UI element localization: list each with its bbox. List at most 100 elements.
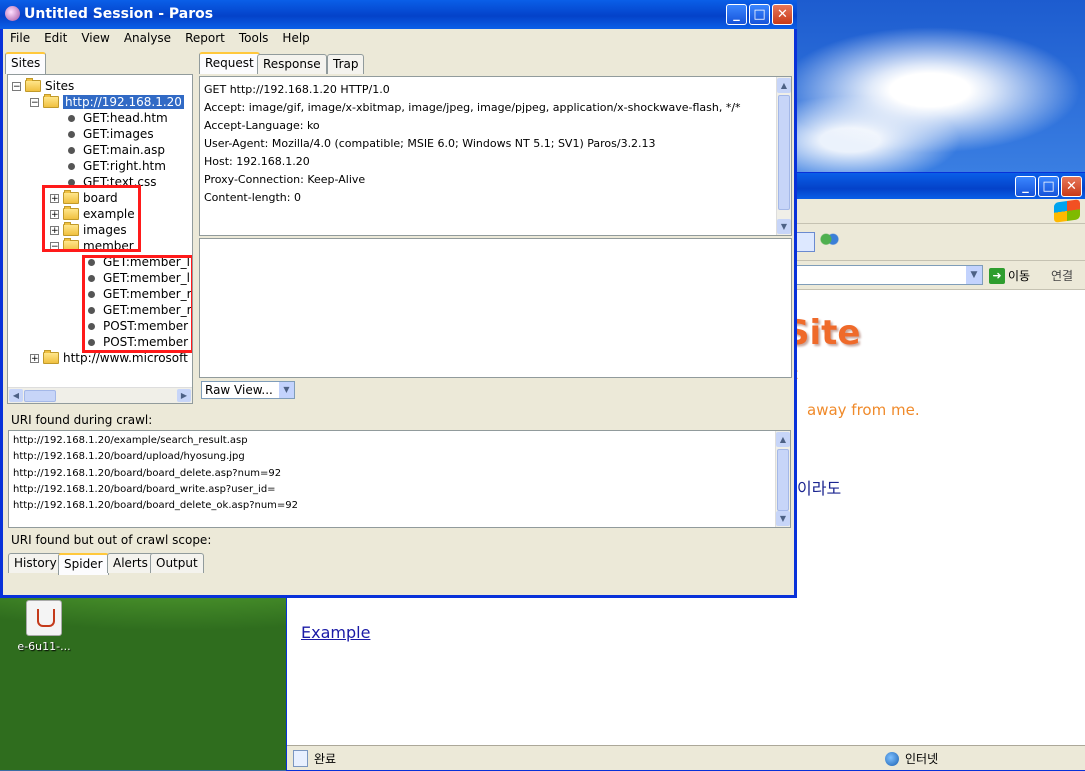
tree-label: http://www.microsoft [63, 351, 188, 365]
scroll-left-icon[interactable]: ◀ [9, 389, 23, 402]
request-line: Proxy-Connection: Keep-Alive [204, 173, 366, 186]
ie-maximize-button[interactable]: □ [1038, 176, 1059, 197]
scroll-down-icon[interactable]: ▼ [777, 219, 791, 234]
desktop-shortcut-label: e-6u11-... [17, 640, 71, 653]
tab-sites[interactable]: Sites [5, 52, 47, 74]
tab-request[interactable]: Request [199, 52, 260, 74]
highlight-box [82, 255, 192, 353]
menubar: File Edit View Analyse Report Tools Help [3, 29, 794, 49]
scroll-right-icon[interactable]: ▶ [177, 389, 191, 402]
globe-icon [885, 751, 899, 766]
request-line: Host: 192.168.1.20 [204, 155, 310, 168]
request-body-panel[interactable] [199, 238, 792, 378]
node-bullet-icon [68, 114, 75, 122]
list-item[interactable]: http://192.168.1.20/example/search_resul… [13, 433, 298, 449]
status-zone: 인터넷 [905, 752, 939, 766]
messenger-icon[interactable] [819, 232, 839, 250]
tab-history[interactable]: History [8, 553, 63, 573]
menu-file[interactable]: File [3, 29, 37, 49]
window-title: Untitled Session - Paros [24, 6, 214, 22]
tree-item-sites[interactable]: − Sites [12, 78, 74, 94]
tree-item-file[interactable]: GET:head.htm [64, 110, 168, 126]
list-item[interactable]: http://192.168.1.20/board/board_delete.a… [13, 466, 298, 482]
request-line: Content-length: 0 [204, 191, 301, 204]
tree-horizontal-scrollbar[interactable]: ◀ ▶ [8, 387, 192, 403]
menu-help[interactable]: Help [275, 29, 316, 49]
ie-close-button[interactable]: ✕ [1061, 176, 1082, 197]
go-button[interactable]: ➜ 이동 [989, 267, 1030, 284]
desktop-shortcut[interactable]: e-6u11-... [4, 600, 84, 653]
scroll-down-icon[interactable]: ▼ [776, 511, 790, 526]
page-icon [293, 750, 308, 767]
scroll-thumb[interactable] [777, 449, 789, 511]
scroll-thumb[interactable] [24, 390, 56, 402]
highlight-box [42, 185, 141, 252]
scroll-thumb[interactable] [778, 95, 790, 210]
menu-edit[interactable]: Edit [37, 29, 74, 49]
expand-icon[interactable]: + [30, 353, 39, 363]
tab-output[interactable]: Output [150, 553, 204, 573]
status-done: 완료 [314, 752, 337, 766]
list-item[interactable]: http://192.168.1.20/board/upload/hyosung… [13, 449, 298, 465]
collapse-icon[interactable]: − [12, 81, 21, 91]
out-of-scope-label: URI found but out of crawl scope: [11, 533, 212, 547]
request-line: Accept: image/gif, image/x-xbitmap, imag… [204, 101, 741, 114]
tab-response[interactable]: Response [257, 54, 327, 74]
korean-text: 이라도 [797, 479, 842, 498]
folder-icon [43, 350, 59, 364]
uri-vertical-scrollbar[interactable]: ▲ ▼ [775, 431, 790, 527]
paros-window[interactable]: Untitled Session - Paros _ □ ✕ File Edit… [0, 0, 797, 598]
tree-item-file[interactable]: GET:right.htm [64, 158, 166, 174]
menu-tools[interactable]: Tools [232, 29, 276, 49]
sites-tree[interactable]: − Sites − http://192.168.1.20 GET:head.h… [7, 74, 193, 404]
maximize-button[interactable]: □ [749, 4, 770, 25]
ie-statusbar: 완료 인터넷 [287, 745, 1085, 770]
request-line: GET http://192.168.1.20 HTTP/1.0 [204, 83, 390, 96]
tree-label: GET:images [83, 127, 154, 141]
close-button[interactable]: ✕ [772, 4, 793, 25]
tab-alerts[interactable]: Alerts [107, 553, 154, 573]
tree-label: GET:right.htm [83, 159, 166, 173]
menu-view[interactable]: View [74, 29, 116, 49]
tab-spider[interactable]: Spider [58, 553, 109, 575]
node-bullet-icon [68, 146, 75, 154]
folder-icon [43, 94, 59, 108]
request-vertical-scrollbar[interactable]: ▲ ▼ [776, 77, 791, 235]
tree-label: GET:head.htm [83, 111, 168, 125]
tree-item-host[interactable]: − http://192.168.1.20 [30, 94, 184, 110]
chevron-down-icon[interactable]: ▼ [279, 382, 294, 398]
example-link[interactable]: Example [301, 623, 370, 642]
folder-icon [25, 78, 41, 92]
menu-analyse[interactable]: Analyse [117, 29, 178, 49]
request-line: User-Agent: Mozilla/4.0 (compatible; MSI… [204, 137, 656, 150]
view-mode-select[interactable]: Raw View... ▼ [201, 381, 295, 399]
node-bullet-icon [68, 130, 75, 138]
java-icon [26, 600, 62, 636]
uri-found-list[interactable]: http://192.168.1.20/example/search_resul… [8, 430, 791, 528]
collapse-icon[interactable]: − [30, 97, 39, 107]
view-mode-value: Raw View... [205, 383, 273, 397]
tree-label: GET:main.asp [83, 143, 165, 157]
list-item[interactable]: http://192.168.1.20/board/board_write.as… [13, 482, 298, 498]
paros-titlebar[interactable]: Untitled Session - Paros _ □ ✕ [0, 0, 797, 29]
go-label: 이동 [1008, 269, 1031, 283]
windows-logo-icon [1054, 199, 1080, 223]
minimize-button[interactable]: _ [726, 4, 747, 25]
tree-item-file[interactable]: GET:main.asp [64, 142, 165, 158]
tab-trap[interactable]: Trap [327, 54, 365, 74]
node-bullet-icon [68, 162, 75, 170]
scroll-up-icon[interactable]: ▲ [776, 432, 790, 447]
scroll-up-icon[interactable]: ▲ [777, 78, 791, 93]
request-header-panel[interactable]: GET http://192.168.1.20 HTTP/1.0 Accept:… [199, 76, 792, 236]
tree-label: http://192.168.1.20 [63, 95, 184, 109]
menu-report[interactable]: Report [178, 29, 232, 49]
list-item[interactable]: http://192.168.1.20/board/board_delete_o… [13, 498, 298, 514]
ie-minimize-button[interactable]: _ [1015, 176, 1036, 197]
go-arrow-icon: ➜ [989, 267, 1005, 284]
uri-found-label: URI found during crawl: [11, 413, 153, 427]
tree-item-file[interactable]: GET:images [64, 126, 154, 142]
orange-text: away from me. [807, 401, 920, 419]
request-line: Accept-Language: ko [204, 119, 320, 132]
chevron-down-icon[interactable]: ▼ [966, 266, 982, 284]
links-button[interactable]: 연결 [1051, 267, 1073, 284]
